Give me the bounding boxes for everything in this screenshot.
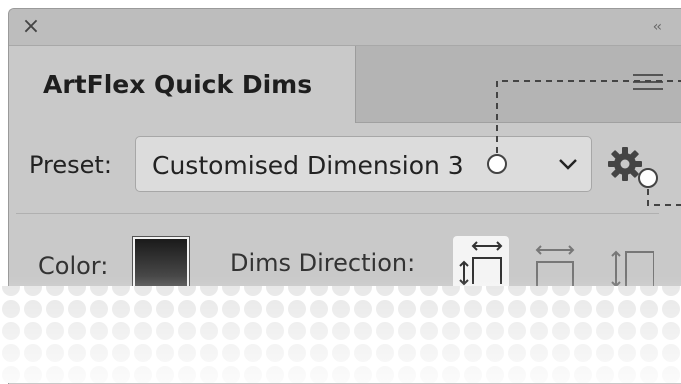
- horizontal-direction-icon: [535, 245, 575, 288]
- hamburger-menu-icon[interactable]: [633, 74, 663, 94]
- section-divider: [16, 213, 659, 214]
- direction-both-button[interactable]: [453, 236, 509, 292]
- both-directions-icon: [459, 241, 503, 286]
- vertical-direction-icon: [611, 250, 655, 288]
- chevron-down-icon: [559, 159, 577, 170]
- panel-titlebar: × ‹‹: [9, 9, 681, 46]
- color-swatch[interactable]: [132, 236, 190, 294]
- color-label: Color:: [38, 252, 109, 280]
- direction-vertical-button[interactable]: [598, 236, 655, 292]
- collapse-panel-icon[interactable]: ‹‹: [653, 19, 662, 35]
- preset-selected-value: Customised Dimension 3: [152, 151, 464, 180]
- panel-tab-bar: ArtFlex Quick Dims: [9, 46, 681, 123]
- close-icon[interactable]: ×: [21, 16, 41, 38]
- preset-dropdown[interactable]: Customised Dimension 3: [135, 136, 592, 192]
- tab-label: ArtFlex Quick Dims: [43, 70, 313, 99]
- quick-dims-panel: × ‹‹ ArtFlex Quick Dims: [8, 8, 681, 384]
- preset-label: Preset:: [29, 151, 112, 179]
- direction-horizontal-button[interactable]: [527, 236, 583, 292]
- gear-icon[interactable]: [607, 146, 643, 182]
- tab-artflex-quick-dims[interactable]: ArtFlex Quick Dims: [9, 46, 356, 123]
- dims-direction-label: Dims Direction:: [230, 249, 416, 277]
